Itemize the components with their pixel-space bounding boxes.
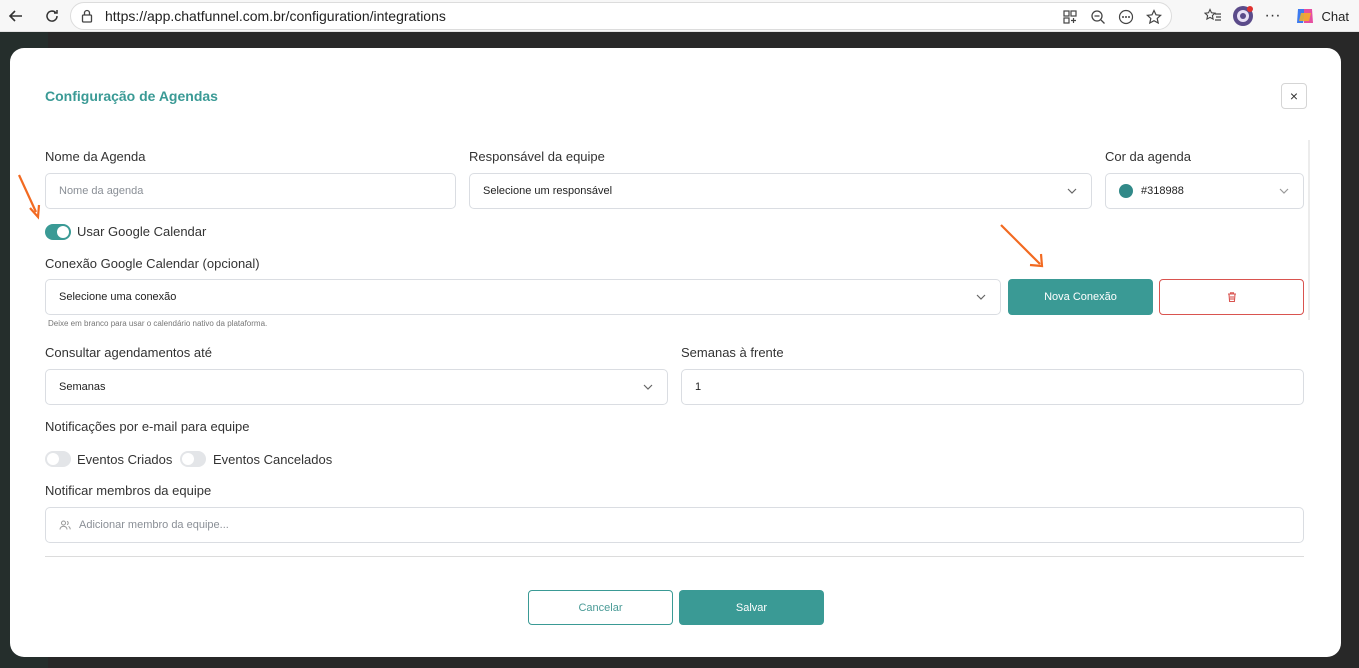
zoom-icon[interactable]	[1087, 6, 1109, 28]
weeks-ahead-label: Semanas à frente	[681, 345, 784, 360]
connection-label: Conexão Google Calendar (opcional)	[45, 256, 260, 271]
trash-icon	[1227, 292, 1236, 303]
annotation-arrow-toggle	[18, 174, 41, 220]
annotation-arrow-new-connection	[1000, 224, 1044, 268]
events-created-label: Eventos Criados	[77, 452, 173, 467]
lookup-value: Semanas	[59, 381, 106, 393]
chevron-down-icon	[1279, 188, 1289, 194]
weeks-ahead-value: 1	[695, 381, 702, 393]
copilot-icon	[1296, 9, 1313, 23]
google-calendar-toggle-label: Usar Google Calendar	[77, 224, 207, 239]
chevron-down-icon	[643, 384, 653, 390]
save-label: Salvar	[735, 601, 768, 614]
favorites-icon[interactable]	[1198, 2, 1228, 30]
weeks-ahead-input[interactable]: 1	[681, 369, 1304, 405]
color-value: #318988	[1141, 185, 1184, 197]
color-select[interactable]: #318988	[1105, 173, 1304, 209]
lookup-label: Consultar agendamentos até	[45, 345, 212, 360]
back-icon[interactable]	[2, 2, 30, 30]
address-bar[interactable]: https://app.chatfunnel.com.br/configurat…	[70, 2, 1172, 30]
responsible-value: Selecione um responsável	[483, 185, 613, 197]
connection-select[interactable]: Selecione uma conexão	[45, 279, 1001, 315]
agenda-config-modal: Configuração de Agendas × Nome da Agenda…	[10, 48, 1341, 657]
google-calendar-toggle[interactable]	[45, 224, 71, 240]
responsible-select[interactable]: Selecione um responsável	[469, 173, 1092, 209]
url-text: https://app.chatfunnel.com.br/configurat…	[105, 8, 446, 24]
close-button[interactable]: ×	[1281, 83, 1307, 109]
color-swatch	[1119, 184, 1133, 198]
cancel-button[interactable]: Cancelar	[528, 590, 673, 625]
new-connection-button[interactable]: Nova Conexão	[1008, 279, 1153, 315]
events-cancelled-toggle[interactable]	[180, 451, 206, 467]
browser-toolbar: https://app.chatfunnel.com.br/configurat…	[0, 0, 1359, 32]
responsible-label: Responsável da equipe	[469, 149, 605, 164]
footer-divider	[45, 556, 1304, 557]
agenda-name-label: Nome da Agenda	[45, 149, 146, 164]
chevron-down-icon	[976, 294, 986, 300]
more-icon[interactable]: ···	[1258, 2, 1288, 30]
modal-title: Configuração de Agendas	[45, 88, 218, 104]
connection-value: Selecione uma conexão	[59, 291, 177, 303]
events-cancelled-label: Eventos Cancelados	[213, 452, 333, 467]
notify-members-placeholder: Adicionar membro da equipe...	[79, 519, 229, 531]
more-circle-icon[interactable]	[1115, 6, 1137, 28]
lookup-select[interactable]: Semanas	[45, 369, 668, 405]
color-label: Cor da agenda	[1105, 149, 1192, 164]
profile-icon[interactable]	[1228, 2, 1258, 30]
save-button[interactable]: Salvar	[679, 590, 824, 625]
lock-icon	[81, 8, 97, 24]
new-connection-label: Nova Conexão	[1044, 291, 1117, 303]
close-icon: ×	[1289, 88, 1299, 104]
reload-icon[interactable]	[38, 2, 66, 30]
agenda-name-input[interactable]: Nome da agenda	[45, 173, 456, 209]
notify-members-input[interactable]: Adicionar membro da equipe...	[45, 507, 1304, 543]
scrollbar[interactable]	[1308, 140, 1310, 320]
apps-icon[interactable]	[1059, 6, 1081, 28]
notify-members-label: Notificar membros da equipe	[45, 483, 212, 498]
copilot-chat-button[interactable]: Chat	[1288, 2, 1359, 30]
delete-connection-button[interactable]	[1159, 279, 1304, 315]
chevron-down-icon	[1067, 188, 1077, 194]
users-icon	[59, 520, 71, 530]
agenda-name-placeholder: Nome da agenda	[59, 185, 144, 197]
cancel-label: Cancelar	[578, 601, 623, 614]
star-icon[interactable]	[1143, 6, 1165, 28]
email-notifications-label: Notificações por e-mail para equipe	[45, 419, 250, 434]
events-created-toggle[interactable]	[45, 451, 71, 467]
connection-hint: Deixe em branco para usar o calendário n…	[48, 319, 268, 328]
chat-label: Chat	[1321, 8, 1349, 24]
